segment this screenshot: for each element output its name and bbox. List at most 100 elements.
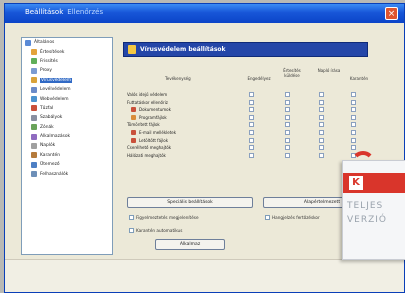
row-checkbox[interactable] — [285, 122, 290, 128]
option-label: Karantén automatikus — [136, 228, 183, 233]
row-checkbox[interactable] — [285, 145, 290, 151]
file-type-icon — [131, 137, 136, 143]
app-icon — [31, 133, 37, 140]
tree-item[interactable]: Levélvédelem — [22, 85, 112, 94]
row-checkbox[interactable] — [249, 114, 254, 120]
row-checkbox[interactable] — [285, 137, 290, 143]
row-label: E-mail mellékletek — [139, 129, 177, 135]
file-type-icon — [131, 114, 136, 120]
table-row: Valós idejű védelem — [127, 91, 385, 99]
file-type-icon — [131, 129, 136, 135]
option-warning[interactable]: Figyelmeztetés megjelenítése — [129, 215, 199, 220]
row-checkbox[interactable] — [285, 92, 290, 97]
status-bar — [5, 259, 404, 292]
row-checkbox[interactable] — [319, 122, 324, 128]
row-checkbox[interactable] — [249, 152, 254, 158]
option-quarantine[interactable]: Karantén automatikus — [129, 228, 182, 233]
tree-item[interactable]: Proxy — [22, 66, 112, 75]
advanced-settings-button[interactable]: Speciális beállítások — [127, 197, 253, 208]
title-bar[interactable]: Beállítások Ellenőrzés × — [5, 4, 404, 23]
tree-item[interactable]: Alkalmazások — [22, 132, 112, 141]
row-checkbox[interactable] — [249, 99, 254, 105]
row-checkbox[interactable] — [351, 137, 356, 143]
row-checkbox[interactable] — [319, 152, 324, 158]
checkbox[interactable] — [129, 215, 134, 220]
tree-item[interactable]: Karantén — [22, 151, 112, 160]
column-header-quarantine: Karantén — [349, 76, 369, 81]
settings-tree[interactable]: Általános Értesítések Frissítés Proxy Vírusv… — [21, 37, 113, 255]
log-icon — [31, 142, 37, 149]
row-checkbox[interactable] — [249, 92, 254, 97]
tree-item-label: Karantén — [40, 152, 60, 158]
tree-item[interactable]: Szabályok — [22, 113, 112, 122]
row-label: Letöltött fájlok — [139, 137, 169, 143]
row-checkbox[interactable] — [285, 129, 290, 135]
tree-item[interactable]: Általános — [22, 38, 112, 47]
row-checkbox[interactable] — [285, 107, 290, 113]
row-checkbox[interactable] — [351, 107, 356, 113]
clock-icon — [31, 161, 37, 168]
tree-item[interactable]: Webvédelem — [22, 94, 112, 103]
tree-item[interactable]: Értesítések — [22, 47, 112, 56]
row-checkbox[interactable] — [249, 107, 254, 113]
tree-item-label: Általános — [34, 40, 55, 46]
product-line-2: VERZIÓ — [347, 215, 388, 225]
close-button[interactable]: × — [385, 7, 398, 20]
product-logo: K — [349, 176, 363, 190]
row-checkbox[interactable] — [285, 114, 290, 120]
apply-button[interactable]: Alkalmaz — [155, 239, 225, 250]
column-header-enable: Engedélyez — [247, 76, 271, 81]
option-sound[interactable]: Hangjelzés fertőzéskor — [265, 215, 320, 220]
row-checkbox[interactable] — [285, 99, 290, 105]
product-line-1: TELJES — [347, 201, 384, 211]
row-checkbox[interactable] — [249, 122, 254, 128]
tree-item-label: Tűzfal — [40, 105, 54, 111]
row-checkbox[interactable] — [285, 152, 290, 158]
mail-icon — [31, 86, 37, 93]
row-checkbox[interactable] — [351, 92, 356, 97]
row-checkbox[interactable] — [319, 99, 324, 105]
tree-item-label: Naplók — [40, 143, 56, 149]
tree-item[interactable]: Naplók — [22, 141, 112, 150]
row-label: Dokumentumok — [139, 107, 171, 113]
firewall-icon — [31, 105, 37, 112]
row-checkbox[interactable] — [319, 137, 324, 143]
table-row: Tömörített fájlok — [127, 121, 385, 129]
row-checkbox[interactable] — [319, 145, 324, 151]
row-checkbox[interactable] — [351, 129, 356, 135]
file-type-icon — [131, 107, 136, 113]
row-checkbox[interactable] — [249, 129, 254, 135]
tree-item[interactable]: Felhasználók — [22, 169, 112, 178]
quarantine-icon — [31, 152, 37, 159]
row-checkbox[interactable] — [351, 122, 356, 128]
tree-item-label: Felhasználók — [40, 171, 69, 177]
row-checkbox[interactable] — [319, 129, 324, 135]
checkbox[interactable] — [265, 215, 270, 220]
row-label: Valós idejű védelem — [127, 92, 168, 97]
row-checkbox[interactable] — [351, 99, 356, 105]
checkbox[interactable] — [129, 228, 134, 233]
settings-icon — [25, 39, 31, 46]
panel-title: Vírusvédelem beállítások — [140, 46, 226, 53]
row-checkbox[interactable] — [319, 114, 324, 120]
row-checkbox[interactable] — [351, 114, 356, 120]
tree-item[interactable]: Frissítés — [22, 57, 112, 66]
row-checkbox[interactable] — [319, 107, 324, 113]
option-label: Figyelmeztetés megjelenítése — [136, 215, 199, 220]
row-checkbox[interactable] — [249, 145, 254, 151]
tree-item-label: Frissítés — [40, 58, 58, 64]
tree-item-label: Zónák — [40, 124, 54, 130]
row-checkbox[interactable] — [249, 137, 254, 143]
row-checkbox[interactable] — [351, 145, 356, 151]
rules-icon — [31, 114, 37, 121]
row-checkbox[interactable] — [319, 92, 324, 97]
column-header-name: Tevékenység — [165, 76, 191, 81]
tree-item[interactable]: Vírusvédelem — [22, 76, 112, 85]
tree-item[interactable]: Zónák — [22, 123, 112, 132]
row-label: Cserélhető meghajtók — [127, 145, 172, 151]
tree-item[interactable]: Tűzfal — [22, 104, 112, 113]
shield-icon — [31, 77, 37, 84]
column-header-log: Napló írása — [317, 68, 341, 73]
tree-item[interactable]: Ütemező — [22, 160, 112, 169]
user-icon — [31, 171, 37, 178]
